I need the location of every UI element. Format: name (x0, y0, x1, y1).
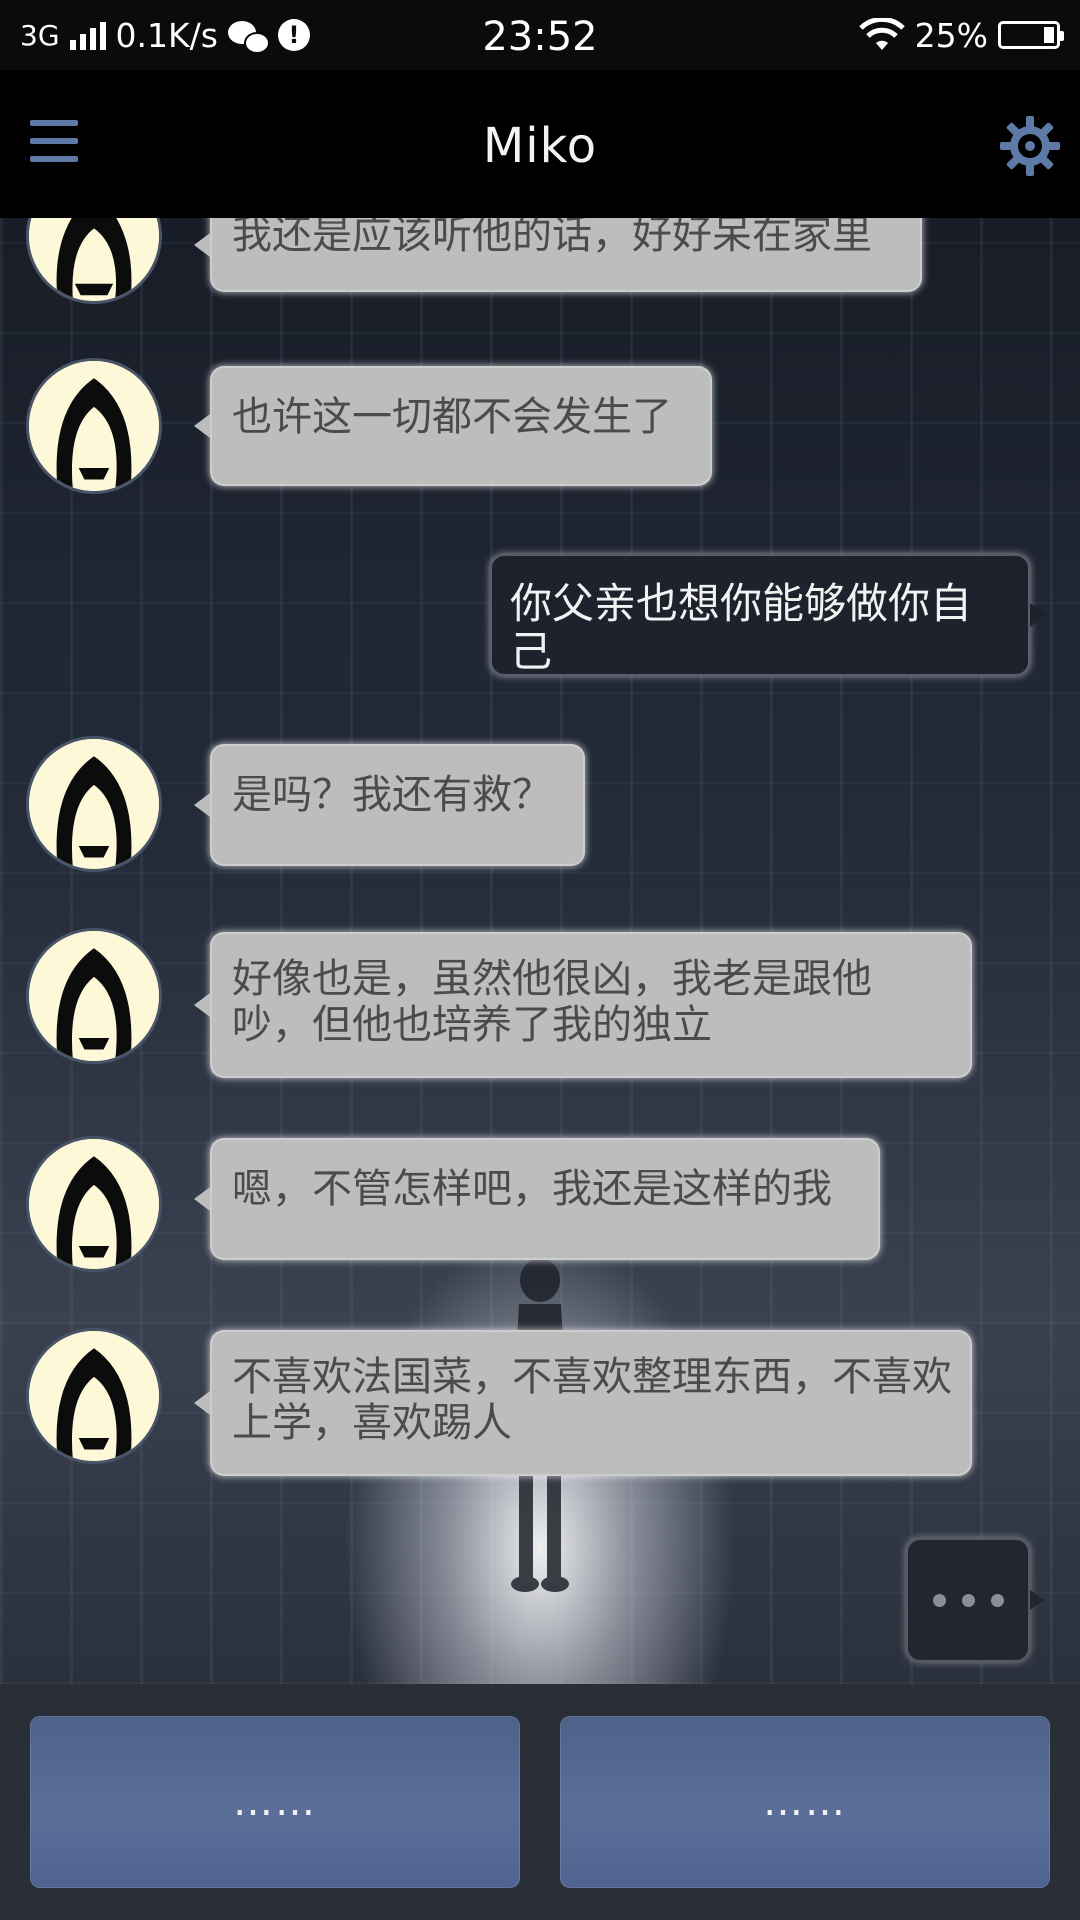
battery-percent: 25% (914, 15, 988, 55)
wifi-icon (858, 18, 905, 50)
network-speed: 0.1K/s (115, 15, 218, 55)
signal-icon (69, 20, 106, 50)
typing-indicator (906, 1538, 1044, 1662)
avatar[interactable] (26, 928, 162, 1064)
gear-icon[interactable] (998, 114, 1062, 178)
message-row: 我还是应该听他的话，好好呆在家里 (0, 218, 1080, 308)
message-bubble[interactable]: 是吗？我还有救？ (194, 744, 585, 866)
message-row: 好像也是，虽然他很凶，我老是跟他吵，但他也培养了我的独立 (0, 928, 1080, 1088)
avatar[interactable] (26, 1136, 162, 1272)
reply-option-button[interactable]: …… (560, 1716, 1050, 1888)
message-row: 嗯，不管怎样吧，我还是这样的我 (0, 1136, 1080, 1286)
reply-option-button[interactable]: …… (30, 1716, 520, 1888)
message-row: 是吗？我还有救？ (0, 736, 1080, 886)
typing-dot (990, 1593, 1004, 1607)
avatar[interactable] (26, 358, 162, 494)
page-title: Miko (482, 118, 598, 174)
message-bubble[interactable]: 嗯，不管怎样吧，我还是这样的我 (194, 1138, 880, 1260)
message-bubble-outgoing[interactable]: 你父亲也想你能够做你自己 (490, 554, 1046, 676)
network-type: 3G (20, 18, 60, 52)
message-bubble[interactable]: 好像也是，虽然他很凶，我老是跟他吵，但他也培养了我的独立 (194, 932, 972, 1078)
app-bar: Miko (0, 70, 1080, 218)
avatar[interactable] (26, 1328, 162, 1464)
reply-area: …… …… (0, 1684, 1080, 1920)
battery-icon (998, 21, 1064, 49)
status-right: 25% (858, 0, 1064, 70)
message-row: 不喜欢法国菜，不喜欢整理东西，不喜欢上学，喜欢踢人 (0, 1328, 1080, 1488)
message-bubble[interactable]: 也许这一切都不会发生了 (194, 366, 712, 486)
message-bubble[interactable]: 不喜欢法国菜，不喜欢整理东西，不喜欢上学，喜欢踢人 (194, 1330, 972, 1476)
chat-area[interactable]: 我还是应该听他的话，好好呆在家里 也许这一切都不会发生了 你父亲也想你能够做你自… (0, 218, 1080, 1684)
message-row: 你父亲也想你能够做你自己 (0, 554, 1080, 684)
wechat-icon (227, 19, 270, 54)
typing-dot (961, 1593, 975, 1607)
status-left: 3G 0.1K/s ! (20, 0, 310, 70)
status-bar: 3G 0.1K/s ! 23:52 25% (0, 0, 1080, 70)
typing-dot (932, 1593, 946, 1607)
avatar[interactable] (26, 218, 162, 304)
alert-icon: ! (277, 19, 310, 51)
message-bubble[interactable]: 我还是应该听他的话，好好呆在家里 (194, 218, 922, 292)
avatar[interactable] (26, 736, 162, 872)
message-row: 也许这一切都不会发生了 (0, 358, 1080, 508)
